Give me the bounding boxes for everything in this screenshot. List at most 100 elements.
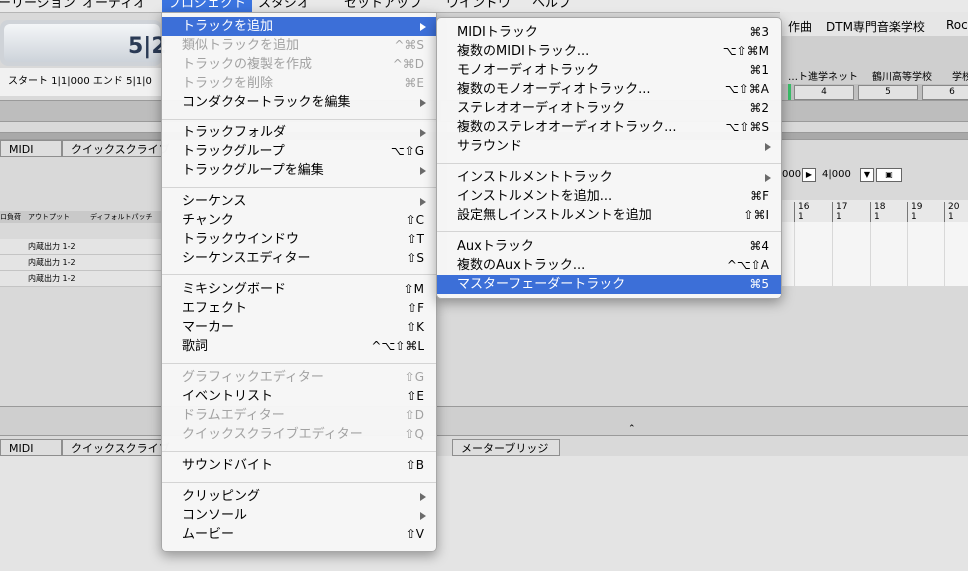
- menu-separator: [162, 274, 436, 275]
- menu-item-surround[interactable]: サラウンド: [437, 137, 781, 156]
- menu-item-add-instrument[interactable]: インストルメントを追加... ⌘F: [437, 187, 781, 206]
- bookmark-item[interactable]: DTM専門音楽学校: [826, 18, 925, 35]
- track-output[interactable]: 内蔵出力 1-2: [28, 239, 76, 254]
- menu-item-console[interactable]: コンソール: [162, 506, 436, 525]
- menu-item-midi-track[interactable]: MIDIトラック ⌘3: [437, 23, 781, 42]
- bookmark-item[interactable]: Roc: [946, 18, 968, 32]
- divider-bar: [0, 406, 968, 436]
- locator-end[interactable]: 4|000: [822, 169, 851, 180]
- bookmarks-bar-2: …ト進学ネット 鶴川高等学校 学校: [780, 64, 968, 84]
- menu-item-multiple-mono-audio-tracks[interactable]: 複数のモノオーディオトラック... ⌥⇧⌘A: [437, 80, 781, 99]
- menu-setup[interactable]: セットアップ: [338, 0, 428, 12]
- menu-item-markers[interactable]: マーカー ⇧K: [162, 318, 436, 337]
- menu-item-multiple-aux-tracks[interactable]: 複数のAuxトラック... ^⌥⇧A: [437, 256, 781, 275]
- menu-separator: [162, 482, 436, 483]
- track-output[interactable]: 内蔵出力 1-2: [28, 255, 76, 270]
- track-row[interactable]: 内蔵出力 1-2: [0, 271, 162, 287]
- menu-item-soundbites[interactable]: サウンドバイト ⇧B: [162, 456, 436, 475]
- menu-studio[interactable]: スタジオ: [252, 0, 316, 12]
- menu-item-movie[interactable]: ムービー ⇧V: [162, 525, 436, 544]
- bookmark-item[interactable]: 学校: [952, 68, 968, 83]
- menu-item-stereo-audio-track[interactable]: ステレオオーディオトラック ⌘2: [437, 99, 781, 118]
- tab-midi[interactable]: MIDI: [0, 140, 62, 157]
- timeline-ruler[interactable]: 16 1 17 1 18 1 19 1 20 1: [780, 200, 968, 222]
- menu-item-instrument-track[interactable]: インストルメントトラック: [437, 168, 781, 187]
- scene-cell[interactable]: 6: [922, 85, 968, 100]
- submenu-arrow-icon: [420, 23, 426, 31]
- locator-start[interactable]: 000: [782, 169, 801, 180]
- add-track-submenu: MIDIトラック ⌘3 複数のMIDIトラック... ⌥⇧⌘M モノオーディオトラッ…: [436, 17, 782, 299]
- tab-meter-bridge[interactable]: メーターブリッジ: [452, 439, 560, 456]
- menu-item-quickscribe-editor: クイックスクライブエディター ⇧Q: [182, 427, 424, 442]
- menu-item-edit-track-group[interactable]: トラックグループを編集: [162, 161, 436, 180]
- submenu-arrow-icon: [420, 198, 426, 206]
- menu-separator: [437, 231, 781, 232]
- cursor-icon[interactable]: ▣: [876, 168, 902, 182]
- track-list-header: ロ負荷 アウトプット ディフォルトパッチ: [0, 211, 162, 223]
- track-row[interactable]: 内蔵出力 1-2: [0, 255, 162, 271]
- menu-item-sequence-editor[interactable]: シーケンスエディター ⇧S: [162, 249, 436, 268]
- menu-separator: [162, 187, 436, 188]
- menu-audio[interactable]: オーディオ: [76, 0, 152, 12]
- counter-display: 5|2: [4, 24, 167, 62]
- submenu-arrow-icon: [765, 174, 771, 182]
- submenu-arrow-icon: [420, 129, 426, 137]
- menu-item-duplicate-track: トラックの複製を作成 ^⌘D: [182, 57, 424, 72]
- menu-item-add-track[interactable]: トラックを追加: [162, 17, 436, 36]
- col-header-patch: ディフォルトパッチ: [90, 213, 153, 221]
- menu-item-clippings[interactable]: クリッピング: [162, 487, 436, 506]
- scene-cell[interactable]: 4: [794, 85, 854, 100]
- menu-help[interactable]: ヘルプ: [526, 0, 577, 12]
- menu-separator: [162, 451, 436, 452]
- submenu-arrow-icon: [420, 167, 426, 175]
- submenu-arrow-icon: [420, 512, 426, 520]
- bottom-panel: [0, 456, 968, 571]
- bookmark-item[interactable]: 作曲: [788, 18, 812, 35]
- menu-item-multiple-stereo-audio-tracks[interactable]: 複数のステレオオーディオトラック... ⌥⇧⌘S: [437, 118, 781, 137]
- arrow-right-icon[interactable]: ▶: [802, 168, 816, 182]
- dropdown-icon[interactable]: ▼: [860, 168, 874, 182]
- transport-range: スタート 1|1|000 エンド 5|1|0: [0, 68, 162, 96]
- menu-separator: [437, 163, 781, 164]
- menu-item-lyrics[interactable]: 歌詞 ^⌥⇧⌘L: [162, 337, 436, 356]
- ruler-tick: 18 1: [870, 202, 885, 222]
- menu-project[interactable]: プロジェクト: [162, 0, 253, 12]
- play-indicator: [788, 84, 791, 100]
- col-header-output: アウトプット: [28, 213, 70, 221]
- menu-item-chunk[interactable]: チャンク ⇧C: [162, 211, 436, 230]
- tab-midi-bottom[interactable]: MIDI: [0, 439, 62, 456]
- transport-panel: 5|2: [0, 20, 167, 66]
- bookmark-item[interactable]: 鶴川高等学校: [872, 68, 932, 83]
- collapse-icon[interactable]: ⌃: [628, 424, 636, 434]
- menu-item-multiple-midi-tracks[interactable]: 複数のMIDIトラック... ⌥⇧⌘M: [437, 42, 781, 61]
- menu-item-add-similar-track: 類似トラックを追加 ^⌘S: [182, 38, 424, 53]
- menu-item-sequence[interactable]: シーケンス: [162, 192, 436, 211]
- menu-item-mono-audio-track[interactable]: モノオーディオトラック ⌘1: [437, 61, 781, 80]
- ruler-tick: 19 1: [907, 202, 922, 222]
- track-row[interactable]: 内蔵出力 1-2: [0, 239, 162, 255]
- menu-item-delete-track: トラックを削除 ⌘E: [182, 76, 424, 91]
- track-output[interactable]: 内蔵出力 1-2: [28, 271, 76, 286]
- tab-quickscribe[interactable]: クイックスクライブ: [62, 140, 170, 157]
- menu-item-event-list[interactable]: イベントリスト ⇧E: [162, 387, 436, 406]
- menu-item-track-folder[interactable]: トラックフォルダ: [162, 123, 436, 142]
- menu-separator: [162, 363, 436, 364]
- bookmark-item[interactable]: …ト進学ネット: [788, 68, 858, 83]
- menu-item-aux-track[interactable]: Auxトラック ⌘4: [437, 237, 781, 256]
- menu-item-edit-conductor[interactable]: コンダクタートラックを編集: [162, 93, 436, 112]
- menu-region[interactable]: ーリージョン: [0, 0, 82, 12]
- tab-quickscribe-bottom[interactable]: クイックスクライブ: [62, 439, 170, 456]
- menu-item-track-group[interactable]: トラックグループ ⌥⇧G: [162, 142, 436, 161]
- submenu-arrow-icon: [420, 99, 426, 107]
- menu-item-master-fader-track[interactable]: マスターフェーダートラック ⌘5: [437, 275, 781, 294]
- menu-item-add-unassigned-instrument[interactable]: 設定無しインストルメントを追加 ⇧⌘I: [437, 206, 781, 225]
- scene-cell[interactable]: 5: [858, 85, 918, 100]
- menu-window[interactable]: ウインドウ: [440, 0, 517, 12]
- track-grid[interactable]: [780, 222, 968, 286]
- menu-item-effects[interactable]: エフェクト ⇧F: [162, 299, 436, 318]
- menu-item-mixing-board[interactable]: ミキシングボード ⇧M: [162, 280, 436, 299]
- menu-separator: [162, 119, 436, 120]
- menu-item-track-window[interactable]: トラックウインドウ ⇧T: [162, 230, 436, 249]
- submenu-arrow-icon: [420, 493, 426, 501]
- submenu-arrow-icon: [765, 143, 771, 151]
